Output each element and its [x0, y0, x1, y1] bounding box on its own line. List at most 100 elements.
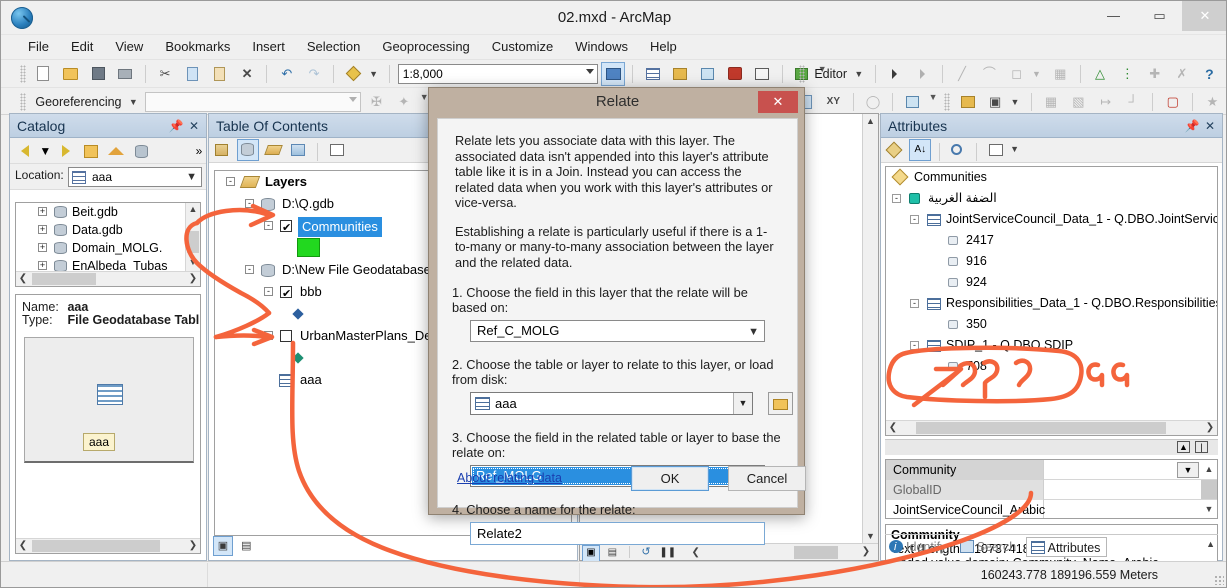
cancel-button[interactable]: Cancel — [728, 466, 806, 491]
zoom-to-selected-icon[interactable] — [948, 140, 968, 160]
catalog-icon[interactable] — [669, 63, 691, 85]
chevron-down-icon[interactable] — [349, 97, 358, 102]
catalog-tree-item[interactable]: + Data.gdb — [16, 221, 200, 239]
chevron-down-icon[interactable]: ▼ — [1177, 462, 1199, 478]
teal-point-swatch[interactable] — [292, 352, 304, 364]
add-data-dropdown-icon[interactable]: ▼ — [369, 63, 382, 85]
table-row[interactable]: GlobalID — [886, 480, 1217, 500]
paste-icon[interactable] — [209, 63, 231, 85]
scroll-down-icon[interactable]: ▼ — [186, 256, 200, 270]
scroll-up-icon[interactable]: ▲ — [863, 114, 878, 128]
relate-browse-button[interactable] — [768, 392, 793, 415]
open-folder-icon[interactable] — [60, 63, 82, 85]
edit-annotation-icon[interactable] — [911, 63, 933, 85]
add-control-points-icon[interactable]: ✠ — [365, 91, 387, 113]
layer-visibility-checkbox[interactable] — [280, 283, 292, 305]
relate-table-combo[interactable]: aaa ▼ — [470, 392, 753, 415]
undo-icon[interactable]: ↶ — [276, 63, 298, 85]
toolbar-overflow-icon[interactable]: ▼ — [928, 92, 938, 103]
home-icon[interactable] — [105, 140, 127, 162]
attr-tree-item[interactable]: - JointServiceCouncil_Data_1 - Q.DBO.Joi… — [886, 209, 1217, 230]
blue-point-swatch[interactable] — [292, 308, 304, 320]
expander-icon[interactable]: - — [910, 341, 919, 350]
expander-icon[interactable]: - — [226, 177, 235, 186]
about-relating-data-link[interactable]: About relating data — [457, 471, 562, 485]
resize-grip-icon[interactable] — [1214, 575, 1224, 585]
back-arrow-icon[interactable] — [14, 140, 36, 162]
menu-geoprocessing[interactable]: Geoprocessing — [371, 35, 480, 59]
toc-options-icon[interactable] — [327, 140, 347, 160]
construct-features-icon[interactable]: ↦ — [1095, 91, 1117, 113]
scroll-down-icon[interactable]: ▼ — [1201, 500, 1217, 518]
refresh-icon[interactable]: ↺ — [638, 545, 654, 560]
catalog-tree-hscrollbar[interactable]: ❮ ❯ — [16, 271, 200, 286]
minimize-button[interactable]: — — [1091, 1, 1136, 31]
attr-tree-item[interactable]: Communities — [886, 167, 1217, 188]
collapse-all-icon[interactable]: | — [1195, 441, 1208, 453]
layer-visibility-checkbox[interactable] — [280, 330, 292, 342]
scroll-left-icon[interactable]: ❮ — [16, 539, 30, 553]
forward-arrow-icon[interactable] — [55, 140, 77, 162]
attr-tree-item[interactable]: 2417 — [886, 230, 1217, 251]
attributes-tree-hscrollbar[interactable]: ❮ ❯ — [886, 420, 1217, 435]
expander-icon[interactable]: - — [245, 199, 254, 208]
scroll-thumb[interactable] — [794, 546, 838, 559]
time-slider-icon[interactable]: ◯ — [862, 91, 884, 113]
ok-button[interactable]: OK — [631, 466, 709, 491]
mirror-icon[interactable]: ✗ — [1171, 63, 1193, 85]
menu-bookmarks[interactable]: Bookmarks — [154, 35, 241, 59]
tab-search[interactable]: Search — [956, 537, 1023, 557]
scroll-right-icon[interactable]: ❯ — [858, 544, 874, 559]
layout-view-icon[interactable]: ▤ — [237, 537, 255, 555]
show-shared-icon[interactable]: ▢ — [1162, 91, 1184, 113]
catalog-nav-overflow-icon[interactable]: » — [192, 140, 206, 162]
catalog-tree-item[interactable]: + Beit.gdb — [16, 203, 200, 221]
chevron-down-icon[interactable]: ▼ — [733, 393, 752, 414]
scroll-thumb[interactable] — [187, 231, 199, 253]
list-by-source-icon[interactable] — [237, 139, 260, 161]
attributes-value-grid[interactable]: Community ▼ ▲ GlobalID JointServiceCounc… — [885, 459, 1218, 519]
data-view-icon[interactable]: ▣ — [213, 536, 233, 556]
edit-vertices-icon[interactable]: △ — [1089, 63, 1111, 85]
menu-file[interactable]: File — [17, 35, 60, 59]
layer-visibility-checkbox[interactable] — [280, 217, 292, 239]
expander-icon[interactable]: + — [38, 243, 47, 252]
up-one-level-icon[interactable] — [80, 140, 102, 162]
attributes-options-icon[interactable] — [986, 140, 1006, 160]
georeferencing-dropdown-icon[interactable]: ▼ — [129, 91, 142, 113]
tab-identify[interactable]: Identify — [885, 537, 952, 557]
expander-icon[interactable]: - — [264, 221, 273, 230]
close-icon[interactable]: ✕ — [186, 114, 202, 138]
menu-customize[interactable]: Customize — [481, 35, 564, 59]
menu-windows[interactable]: Windows — [564, 35, 639, 59]
menu-selection[interactable]: Selection — [296, 35, 371, 59]
chevron-down-icon[interactable]: ▼ — [186, 171, 197, 183]
scroll-thumb[interactable] — [32, 273, 96, 285]
scroll-left-icon[interactable]: ❮ — [688, 546, 704, 561]
attr-tree-item[interactable]: - الضفة الغربية — [886, 188, 1217, 209]
python-window-icon[interactable] — [751, 63, 773, 85]
connect-database-icon[interactable] — [131, 140, 153, 162]
show-selected-icon[interactable] — [885, 140, 905, 160]
cut-icon[interactable]: ✂ — [154, 63, 176, 85]
georeferencing-layer-combo[interactable] — [145, 92, 362, 112]
attributes-tree[interactable]: Communities - الضفة الغربية - JointServi… — [885, 166, 1218, 436]
topology-edit-icon[interactable]: ▣ — [984, 91, 1006, 113]
georeferencing-menu-button[interactable]: Georeferencing — [31, 91, 125, 113]
scroll-thumb[interactable] — [1201, 480, 1217, 499]
options-dropdown-icon[interactable]: ▼ — [1010, 139, 1023, 159]
delete-icon[interactable]: ✕ — [236, 63, 258, 85]
menu-insert[interactable]: Insert — [241, 35, 296, 59]
redo-icon[interactable]: ↷ — [303, 63, 325, 85]
table-of-contents-icon[interactable] — [642, 63, 664, 85]
scroll-thumb[interactable] — [32, 540, 160, 552]
data-view-icon[interactable]: ▣ — [582, 545, 600, 562]
attr-tree-item[interactable]: 924 — [886, 272, 1217, 293]
add-data-icon[interactable] — [343, 63, 365, 85]
pause-icon[interactable]: ❚❚ — [659, 546, 676, 561]
catalog-location-combo[interactable]: aaa ▼ — [68, 167, 202, 187]
menu-edit[interactable]: Edit — [60, 35, 104, 59]
editor-menu-button[interactable]: Editor — [810, 63, 851, 85]
expander-icon[interactable]: + — [38, 261, 47, 270]
toolbar-grip[interactable] — [20, 65, 26, 83]
